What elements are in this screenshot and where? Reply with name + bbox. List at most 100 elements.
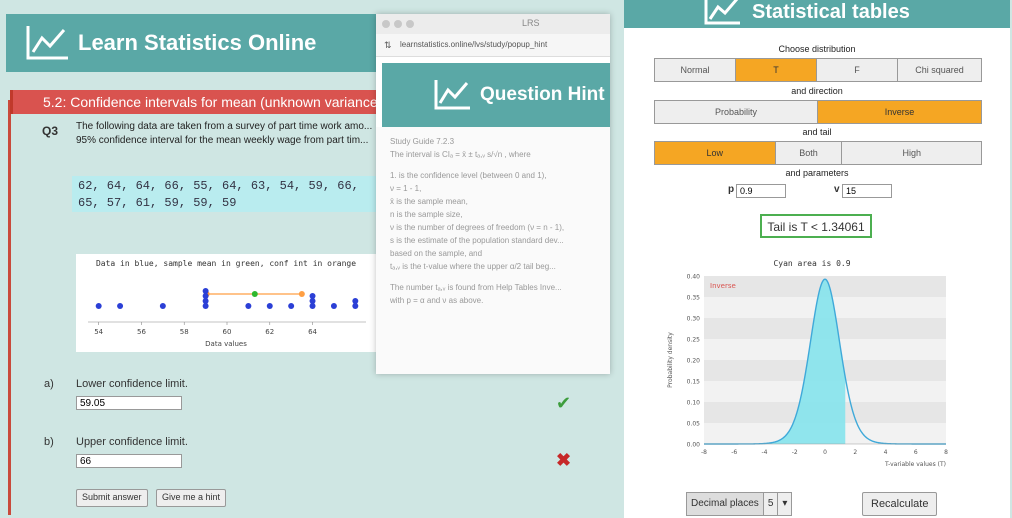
- dot-plot-tick-label: 54: [94, 328, 103, 336]
- distribution-chart-ylabel: Probability density: [667, 332, 674, 388]
- dot-plot-svg: Data in blue, sample mean in green, conf…: [88, 259, 366, 348]
- direction-option-inverse[interactable]: Inverse: [818, 101, 981, 123]
- chart-logo-icon: [26, 26, 68, 60]
- hint-line: ν = 1 - 1,: [390, 184, 422, 193]
- chevron-down-icon[interactable]: ▾: [777, 493, 792, 515]
- popup-title: Question Hint: [480, 84, 605, 105]
- question-number: Q3: [42, 124, 59, 138]
- dot-plot-tick-label: 58: [180, 328, 189, 336]
- site-title: Learn Statistics Online: [78, 30, 317, 55]
- chart-logo-icon: [704, 0, 740, 25]
- v-param-input[interactable]: [842, 184, 892, 198]
- y-tick-label: 0.05: [687, 421, 701, 428]
- chart-legend-label: Inverse: [710, 282, 736, 290]
- y-tick-label: 0.00: [687, 442, 701, 449]
- distribution-chart-svg: Cyan area is 0.9 0.00 0.05 0.10 0.15 0.20 0.25…: [667, 259, 948, 468]
- correct-check-icon: ✔: [556, 393, 572, 413]
- v-param-label: v: [834, 184, 840, 195]
- x-tick-label: 6: [914, 449, 918, 456]
- statistical-tables-panel: Statistical tables Choose distribution N…: [618, 0, 1010, 518]
- part-a-label: a): [44, 378, 54, 390]
- x-tick-label: -8: [701, 449, 707, 456]
- part-a-text: Lower confidence limit.: [76, 378, 188, 390]
- hint-line: with p = α and ν as above.: [390, 296, 484, 305]
- hint-line: 1. is the confidence level (between 0 an…: [390, 171, 547, 180]
- x-tick-label: 8: [944, 449, 948, 456]
- confidence-limit-point: [298, 291, 305, 297]
- distribution-chart-title: Cyan area is 0.9: [773, 259, 850, 268]
- distribution-chart: Cyan area is 0.9 0.00 0.05 0.10 0.15 0.20 0.25…: [662, 254, 962, 476]
- tail-option-low[interactable]: Low: [655, 142, 776, 164]
- distribution-option-chi-squared[interactable]: Chi squared: [898, 59, 981, 81]
- data-line-1: 62, 64, 64, 66, 55, 64, 63, 54, 59, 66,: [78, 179, 359, 193]
- dot-plot-tick-label: 64: [308, 328, 317, 336]
- hint-line: Study Guide 7.2.3: [390, 137, 455, 146]
- and-direction-label: and direction: [791, 86, 843, 96]
- section-rule: [8, 100, 11, 515]
- data-point: [266, 303, 273, 309]
- maximize-window-icon[interactable]: [406, 20, 414, 28]
- hint-line: x̄ is the sample mean,: [390, 197, 468, 206]
- question-text: The following data are taken from a surv…: [76, 121, 373, 146]
- p-param-label: p: [728, 184, 735, 195]
- y-tick-label: 0.20: [687, 358, 701, 365]
- data-point: [330, 303, 337, 309]
- section-title: 5.2: Confidence intervals for mean (unkn…: [10, 90, 413, 114]
- minimize-window-icon[interactable]: [394, 20, 402, 28]
- x-tick-label: -4: [762, 449, 768, 456]
- hint-line: tₐ,ᵥ is the t-value where the upper α/2 …: [390, 262, 556, 271]
- tail-option-high[interactable]: High: [842, 142, 981, 164]
- p-param-input[interactable]: [736, 184, 786, 198]
- distribution-option-t[interactable]: T: [736, 59, 817, 81]
- recalculate-button[interactable]: Recalculate: [862, 492, 938, 516]
- hint-line: The interval is CIₐ = x̄ ± tₐ,ᵥ s/√n , w…: [390, 150, 531, 159]
- part-b-label: b): [44, 436, 54, 448]
- y-tick-label: 0.25: [687, 337, 701, 344]
- lower-limit-input[interactable]: [76, 396, 182, 410]
- y-tick-label: 0.30: [687, 316, 701, 323]
- distribution-chart-xlabel: T-variable values (T): [884, 461, 946, 468]
- data-point: [95, 303, 102, 309]
- sample-mean-point: [251, 291, 258, 297]
- hint-button[interactable]: Give me a hint: [156, 489, 227, 507]
- distribution-option-f[interactable]: F: [817, 59, 898, 81]
- data-point: [202, 288, 209, 294]
- popup-window-title: LRS: [522, 18, 540, 28]
- choose-distribution-label: Choose distribution: [778, 44, 856, 54]
- x-tick-label: 4: [884, 449, 888, 456]
- submit-answer-button[interactable]: Submit answer: [76, 489, 148, 507]
- bottom-controls: Decimal places 5 ▾ Recalculate: [624, 490, 1010, 518]
- hint-body: Study Guide 7.2.3 The interval is CIₐ = …: [376, 127, 610, 374]
- and-tail-label: and tail: [802, 127, 832, 137]
- upper-limit-input[interactable]: [76, 454, 182, 468]
- stats-header: Statistical tables: [624, 0, 1010, 28]
- distribution-selector: Normal T F Chi squared: [654, 58, 982, 82]
- tail-option-both[interactable]: Both: [775, 142, 843, 164]
- dot-plot-tick-label: 62: [265, 328, 274, 336]
- site-info-icon[interactable]: ⇅: [384, 34, 392, 56]
- decimal-places-select[interactable]: Decimal places 5 ▾: [686, 492, 793, 516]
- direction-option-probability[interactable]: Probability: [655, 101, 818, 123]
- dot-plot-tick-label: 60: [223, 328, 232, 336]
- dot-plot-xlabel: Data values: [205, 340, 247, 348]
- y-tick-label: 0.40: [687, 274, 701, 281]
- close-window-icon[interactable]: [382, 20, 390, 28]
- y-tick-label: 0.10: [687, 400, 701, 407]
- hint-line: based on the sample, and: [390, 249, 483, 258]
- y-tick-label: 0.15: [687, 379, 701, 386]
- x-tick-label: 2: [853, 449, 857, 456]
- result-display: Tail is T < 1.34061: [760, 214, 872, 238]
- tail-selector: Low Both High: [654, 141, 982, 165]
- incorrect-cross-icon: ✖: [556, 450, 572, 470]
- distribution-option-normal[interactable]: Normal: [655, 59, 736, 81]
- decimal-places-value[interactable]: 5: [762, 493, 778, 515]
- decimal-places-label: Decimal places: [691, 498, 759, 509]
- popup-url-bar[interactable]: ⇅ learnstatistics.online/lvs/study/popup…: [376, 34, 610, 57]
- stats-title: Statistical tables: [752, 0, 910, 23]
- dot-plot-title: Data in blue, sample mean in green, conf…: [96, 259, 356, 268]
- hint-line: s is the estimate of the population stan…: [390, 236, 564, 245]
- hint-line: n is the sample size,: [390, 210, 463, 219]
- data-point: [309, 293, 316, 299]
- hint-line: The number tₐ,ᵥ is found from Help Table…: [390, 283, 562, 292]
- x-tick-label: -6: [731, 449, 737, 456]
